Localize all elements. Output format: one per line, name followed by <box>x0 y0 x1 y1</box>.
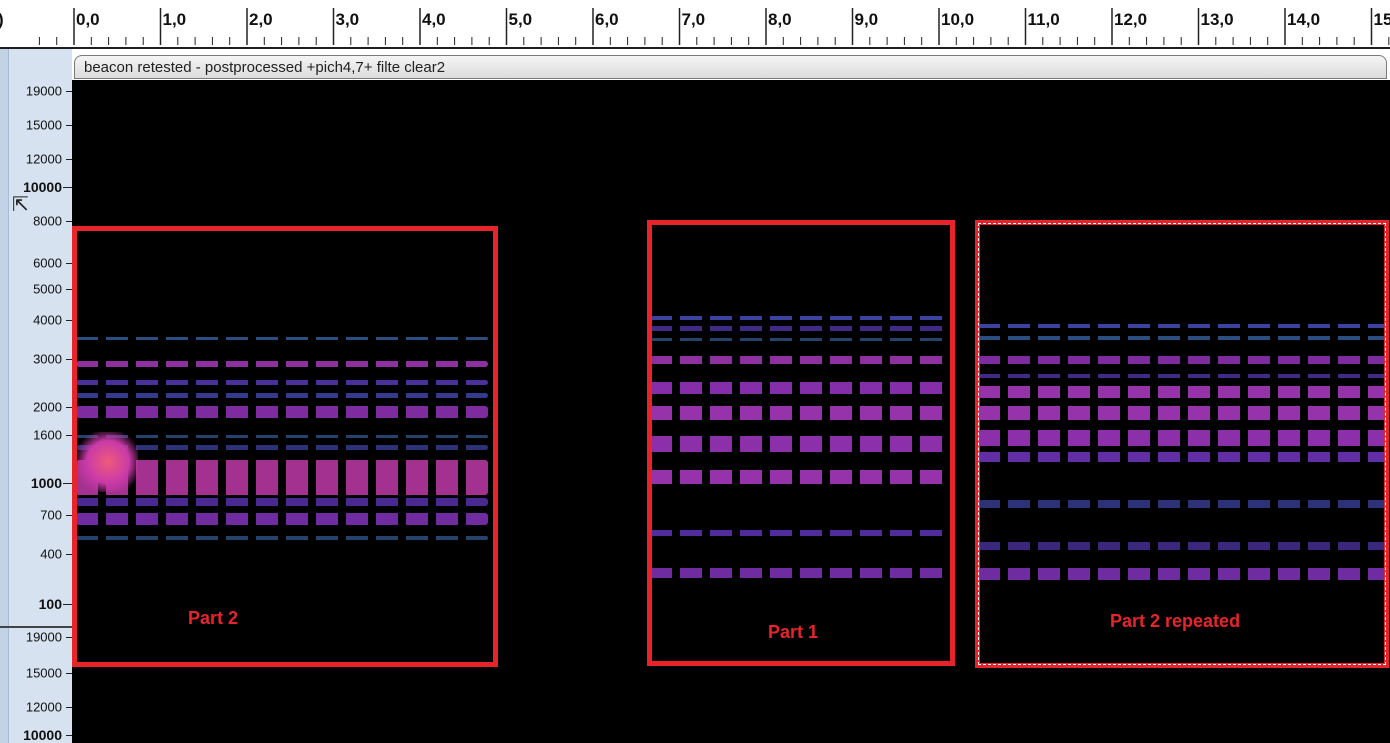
ruler-tick-label: 11,0 <box>1027 10 1060 29</box>
ruler-tick-label: 13,0 <box>1200 10 1234 29</box>
frequency-label: 12000 <box>25 151 62 167</box>
ruler-tick-label: 4,0 <box>422 10 446 29</box>
track-name: beacon retested - postprocessed +pich4,7… <box>84 59 446 76</box>
frequency-label: 19000 <box>25 629 62 645</box>
frequency-label: 15000 <box>25 117 62 133</box>
part2-box <box>72 226 498 667</box>
ruler-tick-label: 3,0 <box>335 10 360 29</box>
ruler-tick-label: 9,0 <box>854 10 879 29</box>
frequency-label: 2000 <box>33 399 62 415</box>
ruler-tick-label: 1,0 <box>162 10 187 29</box>
frequency-label: 8000 <box>33 213 62 229</box>
ruler-tick-label: 8,0 <box>768 10 792 29</box>
frequency-label: 4000 <box>33 312 62 328</box>
frequency-label: 15000 <box>25 665 62 681</box>
frequency-tick <box>63 187 72 188</box>
timeline-ruler[interactable]: 0,0 1,0 2,0 3,0 4,0 5,0 6,0 7,0 8,0 9,0 10,0 11,0 12… <box>0 0 1390 49</box>
ruler-tick-label: 12,0 <box>1114 10 1148 29</box>
part2-label: Part 2 <box>188 608 239 628</box>
frequency-axis[interactable]: 19000 15000 12000 10000 8000 6000 5000 4000 3000… <box>0 49 72 743</box>
part2-repeated-label: Part 2 repeated <box>1110 611 1241 631</box>
frequency-tick <box>63 604 72 605</box>
spectrogram-view[interactable]: Part 2 Part 1 Part 2 repeated <box>72 80 1390 743</box>
frequency-label: 100 <box>38 596 62 612</box>
frequency-tick <box>63 483 72 484</box>
axis-separator <box>0 626 72 628</box>
part1-label: Part 1 <box>768 622 819 642</box>
frequency-label: 700 <box>40 507 62 523</box>
part1-box <box>647 220 955 666</box>
frequency-label: 5000 <box>33 281 62 297</box>
frequency-label: 1000 <box>30 475 62 491</box>
frequency-label: 10000 <box>23 179 62 195</box>
ruler-edge-mark: ) <box>0 10 4 30</box>
frequency-label: 3000 <box>33 351 62 367</box>
frequency-label: 1600 <box>33 427 62 443</box>
frequency-label: 19000 <box>25 83 62 99</box>
ruler-tick-label: 6,0 <box>595 10 619 29</box>
ruler-tick-label: 10,0 <box>941 10 975 29</box>
ruler-tick-label: 15,0 <box>1373 10 1390 29</box>
frequency-label: 400 <box>40 546 62 562</box>
frequency-label: 12000 <box>25 699 62 715</box>
mouse-pointer-icon: ⇱ <box>12 194 29 216</box>
track-title-bar[interactable]: beacon retested - postprocessed +pich4,7… <box>74 55 1387 79</box>
ruler-tick-label: 14,0 <box>1287 10 1321 29</box>
part2-repeated-box[interactable] <box>975 220 1389 668</box>
ruler-tick-label: 2,0 <box>249 10 273 29</box>
axis-band <box>0 49 9 743</box>
frequency-label: 10000 <box>23 727 62 743</box>
ruler-tick-label: 5,0 <box>508 10 533 29</box>
ruler-tick-label: 0,0 <box>76 10 100 29</box>
frequency-label: 6000 <box>33 255 62 271</box>
ruler-tick-label: 7,0 <box>681 10 706 29</box>
